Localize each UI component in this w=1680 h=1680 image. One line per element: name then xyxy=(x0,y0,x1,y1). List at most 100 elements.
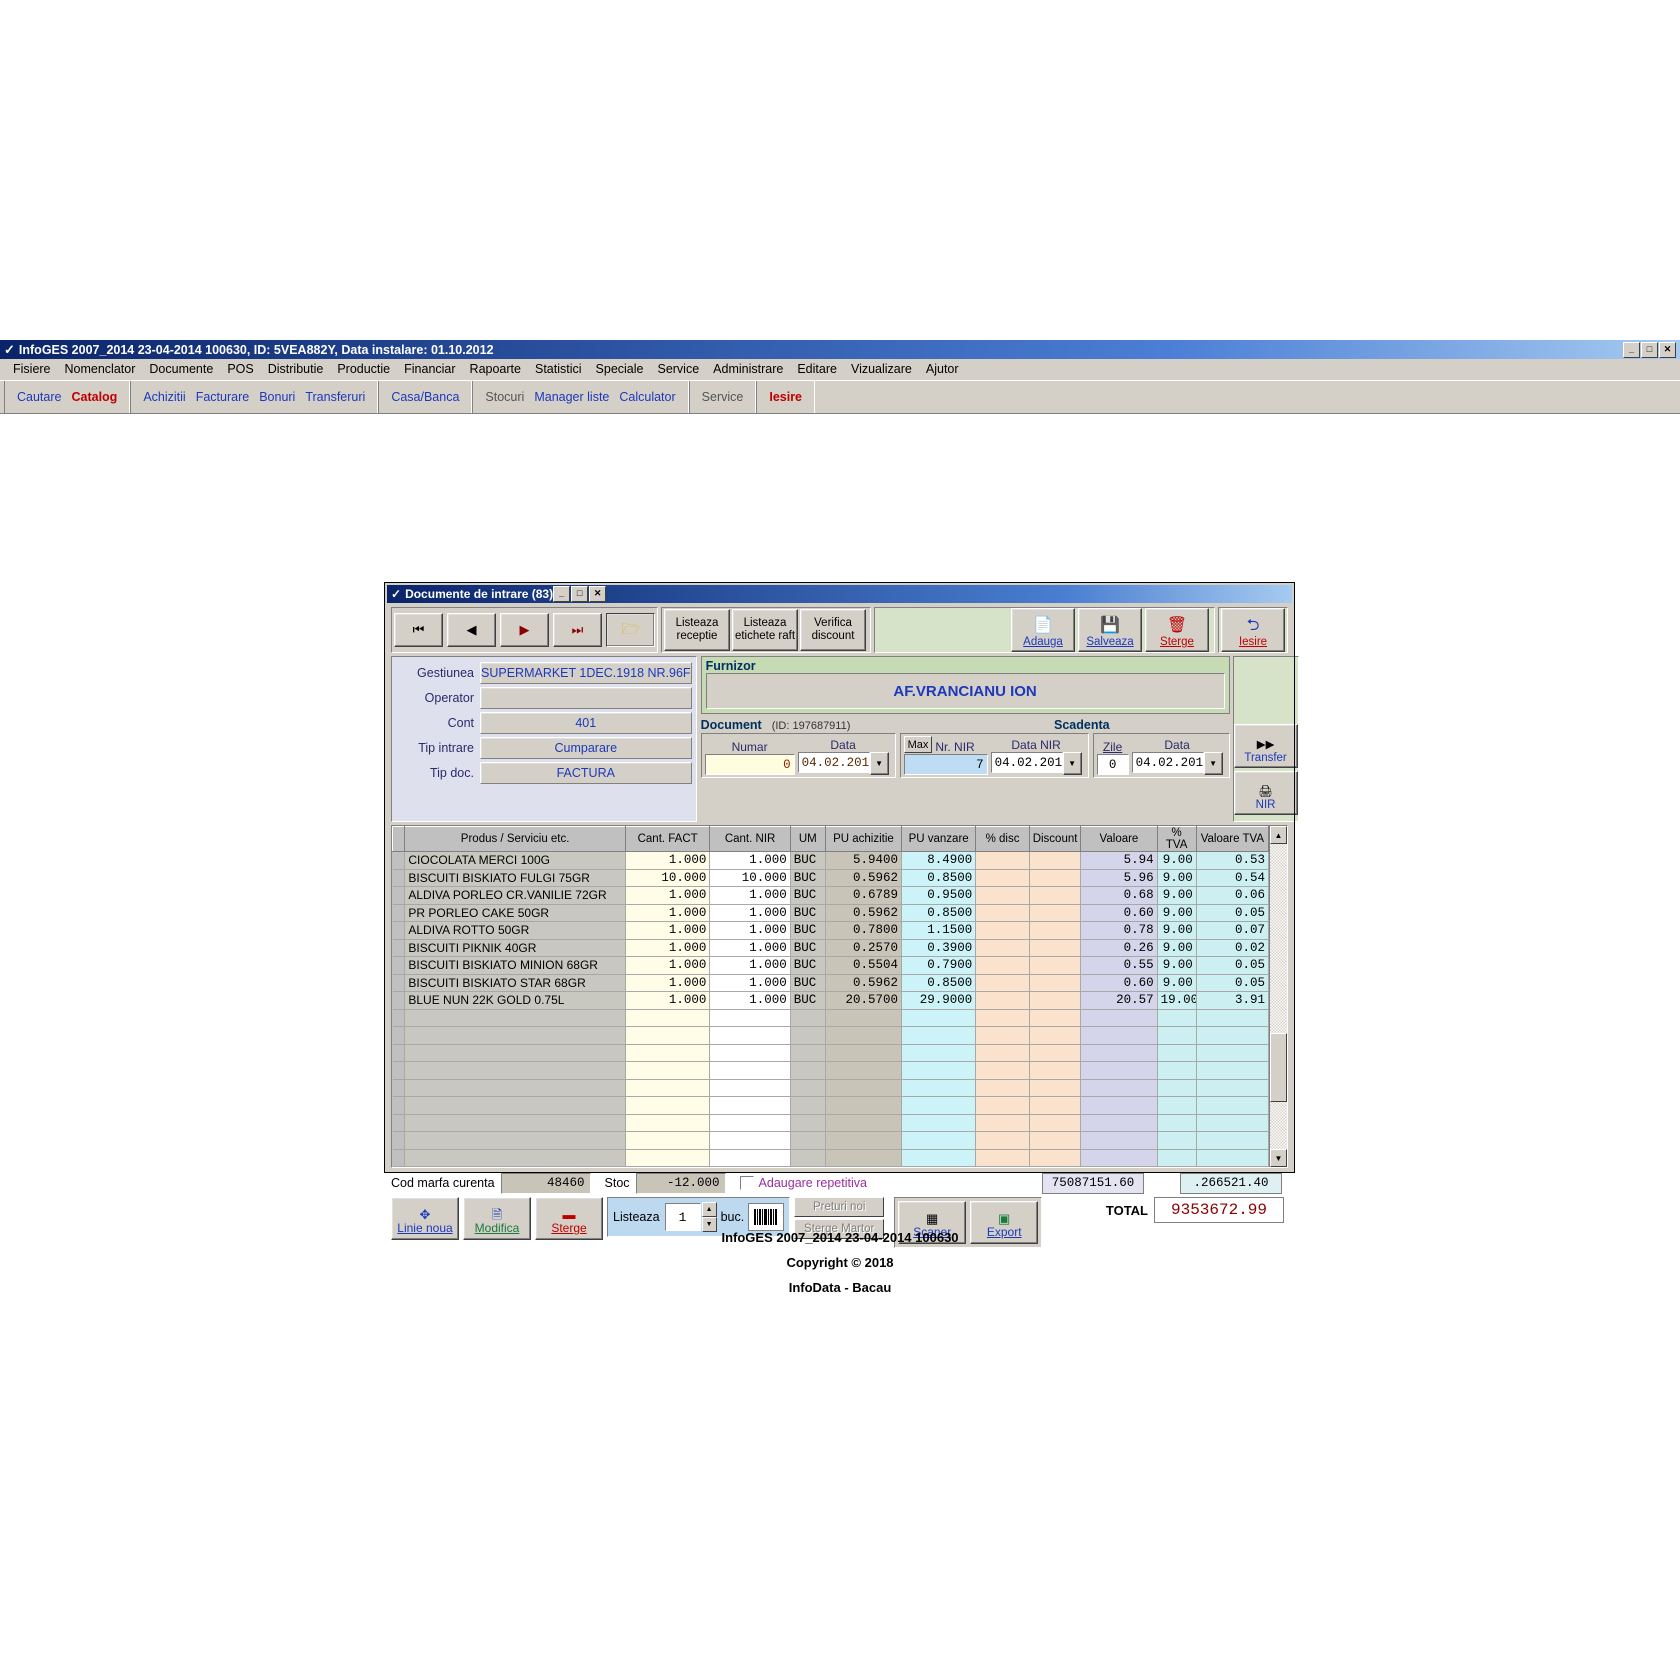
cell-discount[interactable] xyxy=(1029,851,1082,870)
cell-valoare[interactable]: 0.55 xyxy=(1080,956,1158,975)
cell-fact[interactable] xyxy=(625,1009,711,1027)
cell-pv[interactable] xyxy=(901,1131,977,1150)
cell-tva[interactable] xyxy=(1157,1009,1197,1027)
cell-disc[interactable] xyxy=(975,869,1030,887)
cell-fact[interactable] xyxy=(625,1114,711,1132)
cell-pv[interactable]: 0.8500 xyxy=(901,974,977,992)
cell-nir[interactable]: 1.000 xyxy=(709,939,791,957)
cell-vtva[interactable] xyxy=(1196,1114,1269,1132)
cell-nir[interactable]: 1.000 xyxy=(709,904,791,922)
cell-um[interactable]: BUC xyxy=(790,869,826,887)
cell-discount[interactable] xyxy=(1029,1061,1082,1080)
cell-nir[interactable]: 1.000 xyxy=(709,956,791,975)
row-selector[interactable] xyxy=(392,1009,406,1027)
nr-nir-input[interactable]: 7 xyxy=(903,754,988,775)
cell-pv[interactable] xyxy=(901,1026,977,1045)
cell-pa[interactable]: 0.2570 xyxy=(825,939,903,957)
cell-discount[interactable] xyxy=(1029,1149,1082,1167)
scroll-down-icon[interactable]: ▼ xyxy=(1270,1149,1287,1167)
cell-discount[interactable] xyxy=(1029,886,1082,905)
menu-item-vizualizare[interactable]: Vizualizare xyxy=(844,360,919,378)
table-col-header-0[interactable]: Produs / Serviciu etc. xyxy=(404,826,626,852)
cell-tva[interactable]: 9.00 xyxy=(1157,939,1197,957)
cell-valoare[interactable] xyxy=(1080,1096,1158,1115)
table-row-empty[interactable] xyxy=(392,1044,1269,1062)
toolbar-link-service[interactable]: Service xyxy=(702,390,744,404)
nav-next-button[interactable]: ▶ xyxy=(500,613,549,647)
row-selector[interactable] xyxy=(392,1096,406,1115)
cell-product-name[interactable]: BLUE NUN 22K GOLD 0.75L xyxy=(404,991,626,1010)
cell-pa[interactable]: 0.5962 xyxy=(825,904,903,922)
cell-discount[interactable] xyxy=(1029,1131,1082,1150)
cell-discount[interactable] xyxy=(1029,1096,1082,1115)
cell-valoare[interactable]: 0.26 xyxy=(1080,939,1158,957)
zile-input[interactable]: 0 xyxy=(1096,754,1129,775)
cell-discount[interactable] xyxy=(1029,1079,1082,1097)
table-vertical-scrollbar[interactable]: ▲ ▼ xyxy=(1269,826,1287,1167)
row-selector[interactable] xyxy=(392,1149,406,1167)
cell-product-name[interactable] xyxy=(404,1026,626,1045)
cell-discount[interactable] xyxy=(1029,1114,1082,1132)
cell-vtva[interactable] xyxy=(1196,1026,1269,1045)
cell-pa[interactable] xyxy=(825,1044,903,1062)
cell-vtva[interactable]: 0.05 xyxy=(1196,956,1269,975)
table-row[interactable]: CIOCOLATA MERCI 100G 1.000 1.000 BUC 5.9400 8… xyxy=(392,851,1269,870)
table-col-header-9[interactable]: % TVA xyxy=(1156,826,1197,852)
cell-disc[interactable] xyxy=(975,1096,1030,1115)
table-row-empty[interactable] xyxy=(392,1114,1269,1132)
cell-pv[interactable]: 0.8500 xyxy=(901,904,977,922)
cell-nir[interactable] xyxy=(709,1061,791,1080)
dialog-minimize-icon[interactable]: _ xyxy=(553,586,571,602)
cell-nir[interactable] xyxy=(709,1079,791,1097)
table-row-empty[interactable] xyxy=(392,1009,1269,1027)
cell-um[interactable]: BUC xyxy=(790,939,826,957)
menu-item-statistici[interactable]: Statistici xyxy=(528,360,589,378)
row-selector[interactable] xyxy=(392,886,406,905)
cell-um[interactable] xyxy=(790,1096,826,1115)
cell-discount[interactable] xyxy=(1029,869,1082,887)
cell-valoare[interactable] xyxy=(1080,1009,1158,1027)
table-row[interactable]: ALDIVA ROTTO 50GR 1.000 1.000 BUC 0.7800 1.15… xyxy=(392,921,1269,940)
nav-first-button[interactable]: ⏮ xyxy=(394,613,443,647)
cell-nir[interactable] xyxy=(709,1096,791,1115)
scadenta-data-combo[interactable]: 04.02.2017 ▼ xyxy=(1131,752,1223,775)
row-selector[interactable] xyxy=(392,1131,406,1150)
cell-nir[interactable] xyxy=(709,1009,791,1027)
scrollbar-thumb[interactable] xyxy=(1270,1033,1287,1103)
cell-disc[interactable] xyxy=(975,1131,1030,1150)
nir-button[interactable]: 🖨 NIR xyxy=(1233,771,1298,815)
cell-fact[interactable]: 1.000 xyxy=(625,904,711,922)
cell-tva[interactable]: 9.00 xyxy=(1157,904,1197,922)
cell-disc[interactable] xyxy=(975,991,1030,1010)
cell-pv[interactable]: 29.9000 xyxy=(901,991,977,1010)
cell-product-name[interactable] xyxy=(404,1044,626,1062)
cell-valoare[interactable]: 5.94 xyxy=(1080,851,1158,870)
cell-tva[interactable]: 9.00 xyxy=(1157,851,1197,870)
dialog-maximize-icon[interactable]: □ xyxy=(571,586,589,602)
row-selector[interactable] xyxy=(392,1114,406,1132)
row-selector[interactable] xyxy=(392,921,406,940)
chevron-down-icon[interactable]: ▼ xyxy=(1203,752,1223,775)
cell-pa[interactable]: 5.9400 xyxy=(825,851,903,870)
cell-disc[interactable] xyxy=(975,1079,1030,1097)
cell-nir[interactable]: 10.000 xyxy=(709,869,791,887)
cell-um[interactable]: BUC xyxy=(790,904,826,922)
cell-disc[interactable] xyxy=(975,1044,1030,1062)
cell-tva[interactable] xyxy=(1157,1114,1197,1132)
cell-pa[interactable] xyxy=(825,1009,903,1027)
cell-nir[interactable]: 1.000 xyxy=(709,921,791,940)
cell-fact[interactable]: 10.000 xyxy=(625,869,711,887)
table-col-header-8[interactable]: Valoare xyxy=(1080,826,1158,852)
cell-product-name[interactable]: BISCUITI BISKIATO MINION 68GR xyxy=(404,956,626,975)
toolbar-link-transferuri[interactable]: Transferuri xyxy=(305,390,365,404)
cell-pa[interactable] xyxy=(825,1114,903,1132)
cell-fact[interactable]: 1.000 xyxy=(625,921,711,940)
iesire-button[interactable]: ⮌ Iesire xyxy=(1221,608,1285,652)
cell-pa[interactable]: 20.5700 xyxy=(825,991,903,1010)
row-selector[interactable] xyxy=(392,869,406,887)
cell-product-name[interactable]: BISCUITI PIKNIK 40GR xyxy=(404,939,626,957)
cell-vtva[interactable]: 3.91 xyxy=(1196,991,1269,1010)
row-selector[interactable] xyxy=(392,1044,406,1062)
cell-product-name[interactable]: PR PORLEO CAKE 50GR xyxy=(404,904,626,922)
cell-disc[interactable] xyxy=(975,1026,1030,1045)
